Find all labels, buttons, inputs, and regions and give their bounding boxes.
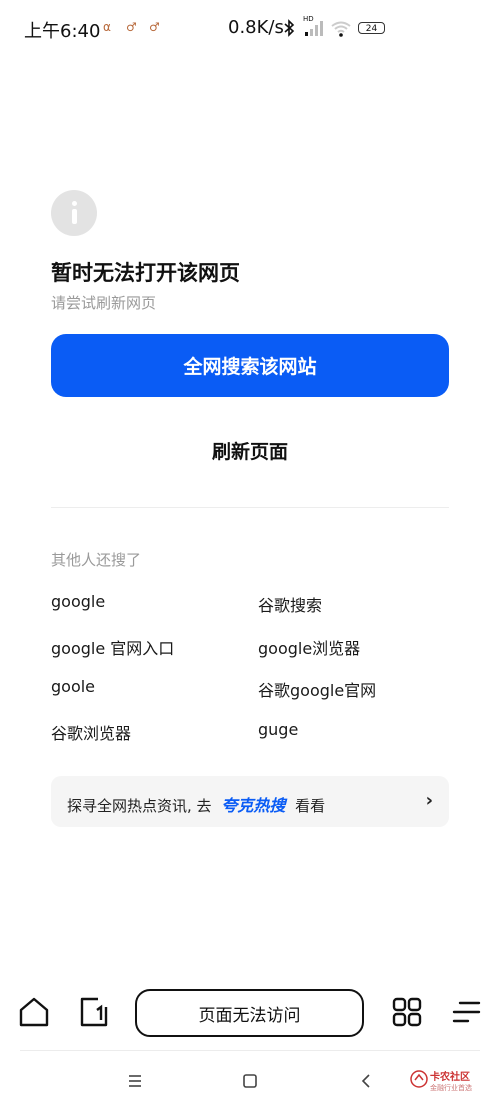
watermark-logo: 卡农社区 金融行业首选 <box>408 1066 500 1100</box>
hot-search-brand: 夸克热搜 <box>221 796 286 815</box>
address-bar[interactable]: 页面无法访问 <box>135 989 364 1037</box>
suggestion-item[interactable]: guge <box>258 720 298 739</box>
suggestion-item[interactable]: google <box>51 592 105 611</box>
refresh-page-button[interactable]: 刷新页面 <box>150 430 350 470</box>
battery-indicator: 24 <box>358 22 385 34</box>
status-bar: 上午6:40 α ♂ ♂ 0.8K/s HD 24 <box>0 0 500 58</box>
search-site-button[interactable]: 全网搜索该网站 <box>51 334 449 397</box>
notification-icon: ♂ <box>149 20 160 34</box>
chevron-right-icon: › <box>425 790 433 811</box>
signal-icon: HD <box>303 15 327 37</box>
toolbar-divider <box>20 1050 480 1051</box>
system-recents-icon[interactable] <box>125 1071 145 1091</box>
bluetooth-icon <box>284 19 295 37</box>
signal-hd-label: HD <box>303 15 314 23</box>
home-icon[interactable] <box>16 994 52 1030</box>
hot-search-text: 探寻全网热点资讯, 去 夸克热搜 看看 <box>67 792 325 816</box>
status-time: 上午6:40 <box>24 21 101 42</box>
error-subtitle: 请尝试刷新网页 <box>51 294 157 312</box>
suggestion-item[interactable]: 谷歌搜索 <box>258 592 322 616</box>
system-home-icon[interactable] <box>240 1071 260 1091</box>
hot-search-suffix: 看看 <box>295 797 326 815</box>
tabs-icon[interactable] <box>76 994 112 1030</box>
system-back-icon[interactable] <box>356 1071 376 1091</box>
network-speed: 0.8K/s <box>228 17 284 38</box>
notification-icon: α <box>103 20 111 34</box>
suggestion-item[interactable]: 谷歌浏览器 <box>51 720 131 744</box>
watermark-text: 卡农社区 <box>430 1072 470 1083</box>
watermark-subtext: 金融行业首选 <box>430 1084 472 1092</box>
section-divider <box>51 507 449 508</box>
suggestion-item[interactable]: goole <box>51 677 95 696</box>
suggestions-title: 其他人还搜了 <box>51 551 142 569</box>
wifi-icon <box>331 21 351 37</box>
error-title: 暂时无法打开该网页 <box>51 261 240 285</box>
menu-icon[interactable] <box>448 994 484 1030</box>
hot-search-prefix: 探寻全网热点资讯, 去 <box>67 797 212 815</box>
info-icon <box>51 190 97 236</box>
apps-grid-icon[interactable] <box>389 994 425 1030</box>
suggestion-item[interactable]: 谷歌google官网 <box>258 677 376 701</box>
notification-icon: ♂ <box>126 20 137 34</box>
suggestion-item[interactable]: google 官网入口 <box>51 635 174 659</box>
watermark-icon <box>410 1070 428 1088</box>
hot-search-banner[interactable]: 探寻全网热点资讯, 去 夸克热搜 看看 › <box>51 776 449 827</box>
suggestion-item[interactable]: google浏览器 <box>258 635 360 659</box>
